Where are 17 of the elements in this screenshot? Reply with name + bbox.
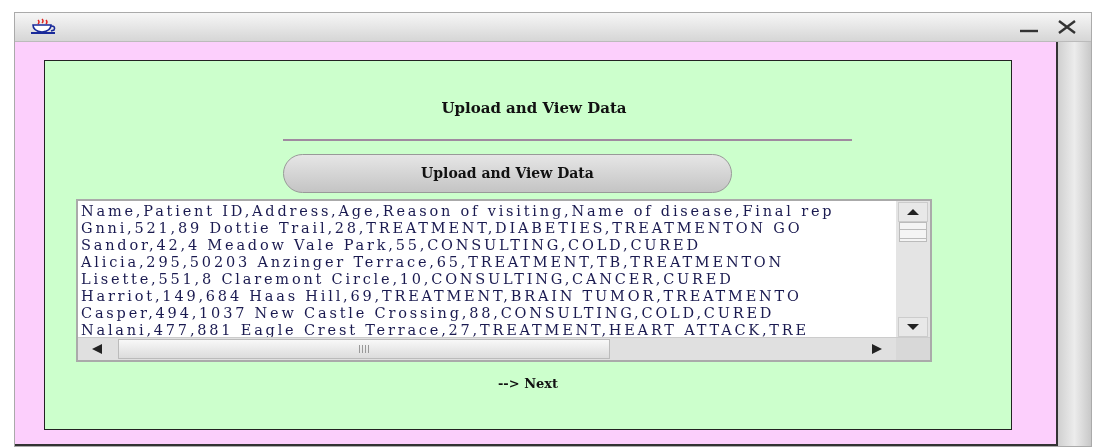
data-line: Gnni,521,89 Dottie Trail,28,TREATMENT,DIABETIES,TREATMENTON GO <box>81 219 804 237</box>
data-line: Name,Patient ID,Address,Age,Reason of visiting,Name of disease,Final rep <box>81 202 836 220</box>
data-line: Harriot,149,684 Haas Hill,69,TREATMENT,BRAIN TUMOR,TREATMENTO <box>81 287 803 305</box>
data-text-area[interactable] <box>76 198 932 362</box>
data-line: Alicia,295,50203 Anzinger Terrace,65,TREATMENT,TB,TREATMENTON <box>81 253 786 271</box>
data-line: Sandor,42,4 Meadow Vale Park,55,CONSULTING,COLD,CURED <box>81 236 702 254</box>
scroll-thumb[interactable] <box>118 338 610 359</box>
upload-button[interactable]: Upload and View Data <box>283 153 732 193</box>
horizontal-scrollbar[interactable] <box>78 336 930 360</box>
scroll-thumb[interactable] <box>899 221 927 242</box>
data-line: Casper,494,1037 New Castle Crossing,88,CONSULTING,COLD,CURED <box>81 304 776 322</box>
data-line: Lisette,551,8 Claremont Circle,10,CONSULTING,CANCER,CURED <box>81 270 735 288</box>
page-heading: Upload and View Data <box>441 99 627 117</box>
vertical-scrollbar[interactable] <box>896 200 930 337</box>
next-link[interactable]: --> Next <box>497 375 559 391</box>
scrollbar-corner <box>896 337 930 360</box>
close-icon[interactable] <box>1057 20 1077 34</box>
